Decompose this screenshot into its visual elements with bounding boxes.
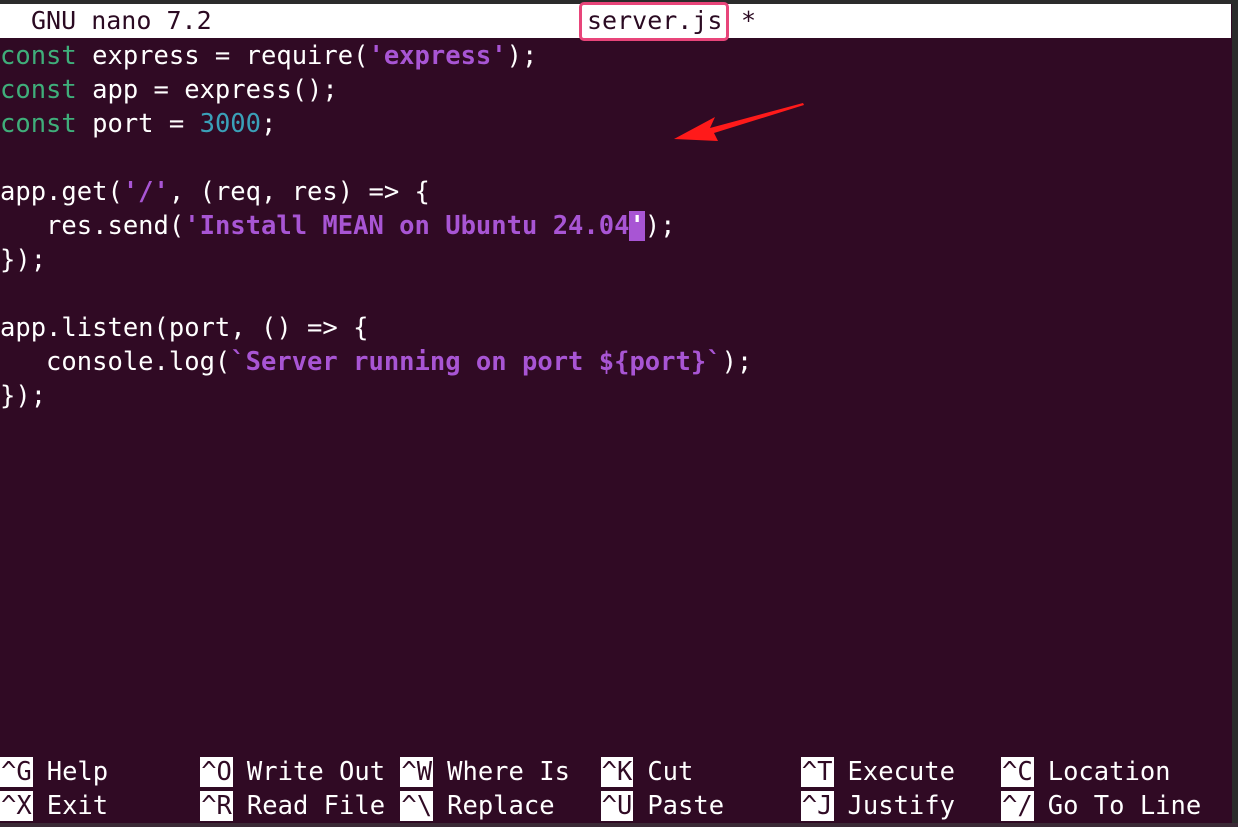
shortcut-bar: ^G Help ^O Write Out ^W Where Is ^K Cut ^T Execut… — [0, 755, 1231, 823]
shortcut-key: ^U — [600, 791, 634, 821]
shortcut-key: ^\ — [400, 791, 434, 821]
arrow-shape — [674, 103, 804, 141]
code-line[interactable]: app.get('/', (req, res) => { — [0, 175, 1231, 209]
shortcut-label: Execute — [847, 757, 955, 787]
code-token: port = — [76, 109, 200, 139]
keyword-token: const — [0, 41, 77, 71]
shortcut-location[interactable]: ^C Location — [1001, 755, 1171, 789]
window-frame-right — [1232, 0, 1238, 827]
text-cursor: ' — [629, 211, 645, 241]
shortcut-go-to-line[interactable]: ^/ Go To Line — [1001, 789, 1201, 823]
shortcut-key: ^C — [1001, 757, 1034, 787]
shortcut-row-1: ^G Help ^O Write Out ^W Where Is ^K Cut ^T Execut… — [0, 755, 1231, 789]
shortcut-where-is[interactable]: ^W Where Is — [400, 755, 570, 789]
shortcut-replace[interactable]: ^\ Replace — [400, 789, 555, 823]
string-token: 'express' — [368, 41, 507, 71]
window-frame-bottom — [0, 823, 1238, 827]
modified-indicator: * — [741, 6, 757, 35]
number-token: 3000 — [199, 109, 262, 139]
app-version: GNU nano 7.2 — [31, 6, 212, 35]
keyword-token: const — [0, 109, 77, 139]
shortcut-read-file[interactable]: ^R Read File — [200, 789, 385, 823]
code-token: }); — [0, 381, 47, 411]
shortcut-key: ^G — [0, 757, 33, 787]
shortcut-cut[interactable]: ^K Cut — [600, 755, 694, 789]
string-token: 'Install MEAN on Ubuntu 24.04 — [184, 211, 630, 241]
code-line[interactable]: const express = require('express'); — [0, 39, 1231, 73]
code-token: }); — [0, 245, 47, 275]
shortcut-key: ^X — [0, 791, 33, 821]
code-line[interactable]: }); — [0, 243, 1231, 277]
editor-text-area[interactable]: const express = require('express'); const… — [0, 39, 1231, 413]
shortcut-key: ^W — [400, 757, 434, 787]
shortcut-label: Help — [46, 757, 109, 787]
shortcut-label: Cut — [647, 757, 694, 787]
shortcut-key: ^O — [200, 757, 233, 787]
shortcut-row-2: ^X Exit ^R Read File ^\ Replace ^U Paste ^J Justi… — [0, 789, 1231, 823]
shortcut-exit[interactable]: ^X Exit — [0, 789, 108, 823]
shortcut-label: Paste — [647, 791, 725, 821]
code-line[interactable] — [0, 141, 1231, 175]
code-token: console.log( — [0, 347, 231, 377]
shortcut-label: Location — [1047, 757, 1171, 787]
keyword-token: const — [0, 75, 77, 105]
shortcut-help[interactable]: ^G Help — [0, 755, 108, 789]
shortcut-label: Go To Line — [1047, 791, 1202, 821]
code-line[interactable]: const port = 3000; — [0, 107, 1231, 141]
shortcut-label: Justify — [847, 791, 955, 821]
code-token: ); — [506, 41, 538, 71]
shortcut-key: ^J — [800, 791, 834, 821]
code-token: app = express(); — [76, 75, 338, 105]
code-token: , (req, res) => { — [168, 177, 430, 207]
string-token: `Server running on port ${port}` — [230, 347, 722, 377]
string-token: '/' — [122, 177, 169, 207]
code-line[interactable]: app.listen(port, () => { — [0, 311, 1231, 345]
code-token: ); — [644, 211, 676, 241]
shortcut-paste[interactable]: ^U Paste — [600, 789, 725, 823]
code-token: res.send( — [0, 211, 185, 241]
shortcut-key: ^R — [200, 791, 233, 821]
shortcut-key: ^K — [600, 757, 634, 787]
code-token: app.listen(port, () => { — [0, 313, 369, 343]
code-line[interactable]: }); — [0, 379, 1231, 413]
code-line[interactable]: const app = express(); — [0, 73, 1231, 107]
code-token: ; — [261, 109, 277, 139]
shortcut-key: ^T — [800, 757, 834, 787]
shortcut-label: Read File — [246, 791, 386, 821]
shortcut-execute[interactable]: ^T Execute — [800, 755, 955, 789]
shortcut-write-out[interactable]: ^O Write Out — [200, 755, 385, 789]
shortcut-label: Replace — [447, 791, 555, 821]
code-token: ); — [721, 347, 753, 377]
code-line[interactable]: res.send('Install MEAN on Ubuntu 24.04')… — [0, 209, 1231, 243]
code-line[interactable]: console.log(`Server running on port ${po… — [0, 345, 1231, 379]
code-token: express = require( — [76, 41, 369, 71]
shortcut-label: Where Is — [447, 757, 570, 787]
shortcut-label: Write Out — [246, 757, 386, 787]
shortcut-key: ^/ — [1001, 791, 1034, 821]
code-line[interactable] — [0, 277, 1231, 311]
shortcut-justify[interactable]: ^J Justify — [800, 789, 955, 823]
annotation-arrow-icon — [674, 103, 804, 141]
code-token: app.get( — [0, 177, 123, 207]
shortcut-label: Exit — [46, 791, 109, 821]
filename-highlight-annotation — [579, 2, 729, 41]
